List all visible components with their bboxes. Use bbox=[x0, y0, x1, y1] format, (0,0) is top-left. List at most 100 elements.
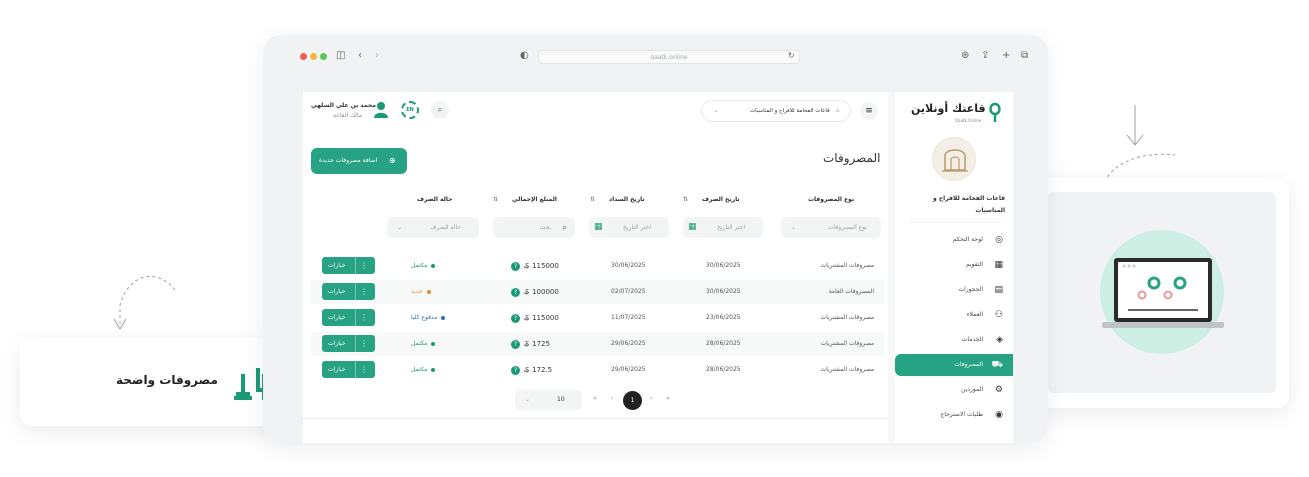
amount-cell: ? ₷ 115000 bbox=[511, 254, 559, 278]
sidebar-item-4[interactable]: ◈ الخدمات bbox=[895, 329, 1013, 351]
col-header-pay-date-label: تاريخ السداد bbox=[609, 196, 645, 203]
share-icon[interactable]: ⇪ bbox=[981, 49, 989, 63]
status-badge: مدفوع كليا bbox=[411, 306, 446, 330]
sidebar-item-label: لوحة التحكم bbox=[952, 236, 983, 243]
dashboard-icon: ◎ bbox=[995, 235, 1003, 245]
address-bar[interactable]: qaatk.online bbox=[538, 50, 800, 64]
spend-date-cell: 28/06/2025 bbox=[706, 366, 741, 373]
page-1-button[interactable]: 1 bbox=[623, 391, 642, 410]
filter-status-select[interactable]: ⌄ حالة الصرف bbox=[387, 217, 479, 238]
options-button[interactable]: خيارات ⋮ bbox=[322, 309, 375, 326]
sidebar-item-0[interactable]: ◎ لوحة التحكم bbox=[895, 229, 1013, 251]
building-icon: ⌂ bbox=[836, 108, 840, 114]
search-button[interactable]: ⌕ bbox=[431, 101, 449, 119]
info-icon[interactable]: ? bbox=[511, 288, 520, 297]
riyal-icon: ₷ bbox=[524, 288, 530, 296]
maximize-dot[interactable] bbox=[320, 53, 327, 60]
user-avatar-icon[interactable] bbox=[373, 101, 389, 119]
first-page-icon[interactable]: « bbox=[593, 395, 597, 402]
close-dot[interactable] bbox=[300, 53, 307, 60]
options-button[interactable]: خيارات ⋮ bbox=[322, 257, 375, 274]
sidebar-item-label: طلبات الاسترجاع bbox=[940, 411, 983, 418]
filter-spend-date[interactable]: ▦ اختر التاريخ bbox=[683, 217, 763, 238]
sidebar-item-label: الخدمات bbox=[961, 336, 983, 343]
amount-cell: ? ₷ 100000 bbox=[511, 280, 559, 304]
brand-subtitle: Qaatk.Online bbox=[955, 118, 982, 123]
table-row: خيارات ⋮ مكتمل? ₷ 1725 29/06/2025 28/06/2025 مص… bbox=[311, 332, 884, 356]
kebab-menu-icon: ⋮ bbox=[360, 339, 368, 348]
amount-value: 115000 bbox=[532, 314, 559, 322]
sidebar-item-7[interactable]: ◉ طلبات الاسترجاع bbox=[895, 404, 1013, 426]
refund-icon: ◉ bbox=[995, 410, 1003, 420]
download-icon[interactable]: ⊕ bbox=[961, 49, 969, 63]
sidebar: قاعتك أونلاين Qaatk.Online قاعات الفخامة… bbox=[895, 92, 1013, 443]
back-icon[interactable]: ‹ bbox=[358, 49, 362, 63]
status-label: مدفوع كليا bbox=[411, 314, 438, 321]
pay-date-cell: 02/07/2025 bbox=[611, 288, 646, 295]
spend-date-cell: 28/06/2025 bbox=[706, 340, 741, 347]
options-divider bbox=[355, 335, 356, 352]
col-header-spend-date-label: تاريخ الصرف bbox=[702, 196, 740, 203]
venue-building-icon bbox=[942, 149, 968, 172]
filter-search-input[interactable]: ⌕ بحث bbox=[493, 217, 575, 238]
sidebar-item-label: الموردين bbox=[961, 386, 983, 393]
options-button[interactable]: خيارات ⋮ bbox=[322, 283, 375, 300]
options-label: خيارات bbox=[328, 366, 346, 373]
sidebar-toggle-icon[interactable]: ◫ bbox=[336, 49, 345, 63]
prev-page-icon[interactable]: ‹ bbox=[611, 395, 613, 402]
sidebar-item-3[interactable]: ⚇ العملاء bbox=[895, 304, 1013, 326]
pay-date-cell: 30/06/2025 bbox=[611, 262, 646, 269]
table-row: خيارات ⋮ مدفوع كليا? ₷ 115000 11/07/2025 23/06… bbox=[311, 306, 884, 330]
amount-value: 1725 bbox=[532, 340, 550, 348]
info-icon[interactable]: ? bbox=[511, 366, 520, 375]
add-expense-label: اضافة مصروفات جديدة bbox=[319, 157, 378, 164]
user-name: محمد بن علي السلهي bbox=[311, 102, 376, 109]
options-label: خيارات bbox=[328, 288, 346, 295]
brand-name: قاعتك أونلاين bbox=[911, 102, 986, 115]
new-tab-icon[interactable]: + bbox=[1002, 49, 1010, 63]
status-badge: جديد bbox=[411, 280, 431, 304]
table-row: خيارات ⋮ مكتمل? ₷ 172.5 29/06/2025 28/06/2025 م… bbox=[311, 358, 884, 382]
page-title: المصروفات bbox=[823, 151, 881, 165]
kebab-menu-icon: ⋮ bbox=[360, 313, 368, 322]
col-header-pay-date[interactable]: ⇅ تاريخ السداد bbox=[590, 196, 645, 203]
col-header-amount[interactable]: ⇅ المبلغ الإجمالي bbox=[493, 196, 557, 203]
col-header-spend-date[interactable]: ⇅ تاريخ الصرف bbox=[683, 196, 740, 203]
info-icon[interactable]: ? bbox=[511, 314, 520, 323]
promo-caption: مصروفات واضحة bbox=[116, 373, 218, 387]
add-expense-button[interactable]: اضافة مصروفات جديدة ⊕ bbox=[311, 148, 407, 174]
venue-name: قاعات الفخامة للافراح و المناسبات bbox=[933, 195, 1005, 214]
sidebar-item-5[interactable]: ⛟ المصروفات bbox=[895, 354, 1013, 376]
last-page-icon[interactable]: » bbox=[666, 395, 670, 402]
status-label: مكتمل bbox=[411, 340, 428, 347]
privacy-shield-icon: ◐ bbox=[520, 50, 529, 61]
spend-date-cell: 30/06/2025 bbox=[706, 288, 741, 295]
menu-toggle-icon[interactable]: ≡ bbox=[860, 102, 878, 120]
next-page-icon[interactable]: › bbox=[650, 395, 652, 402]
venue-select[interactable]: ⌄ قاعات الفخامة للافراح و المناسبات ⌂ bbox=[701, 100, 851, 122]
forward-icon[interactable]: › bbox=[375, 49, 379, 63]
reload-icon[interactable]: ↻ bbox=[788, 49, 795, 63]
sidebar-item-2[interactable]: ▤ الحجوزات bbox=[895, 279, 1013, 301]
filter-pay-date[interactable]: ▦ اختر التاريخ bbox=[589, 217, 669, 238]
info-icon[interactable]: ? bbox=[511, 262, 520, 271]
chevron-down-icon: ⌄ bbox=[714, 108, 719, 114]
decor-arrow-left bbox=[113, 276, 176, 330]
filter-type-select[interactable]: ⌄ نوع المصروفات bbox=[781, 217, 881, 238]
sidebar-item-6[interactable]: ⚙ الموردين bbox=[895, 379, 1013, 401]
browser-chrome: ◫ ‹ › ◐ qaatk.online ↻ ⊕ ⇪ + ⧉ bbox=[263, 35, 1048, 80]
pay-date-cell: 29/06/2025 bbox=[611, 366, 646, 373]
sidebar-item-1[interactable]: ▦ التقويم bbox=[895, 254, 1013, 276]
info-icon[interactable]: ? bbox=[511, 340, 520, 349]
minimize-dot[interactable] bbox=[310, 53, 317, 60]
amount-value: 100000 bbox=[532, 288, 559, 296]
options-button[interactable]: خيارات ⋮ bbox=[322, 361, 375, 378]
pay-date-cell: 29/06/2025 bbox=[611, 340, 646, 347]
page-size-select[interactable]: ⌄ 10 bbox=[515, 390, 582, 410]
options-button[interactable]: خيارات ⋮ bbox=[322, 335, 375, 352]
calendar-icon: ▦ bbox=[688, 222, 697, 232]
status-badge: مكتمل bbox=[411, 254, 436, 278]
col-header-type: نوع المصروفات bbox=[808, 196, 855, 203]
tabs-overview-icon[interactable]: ⧉ bbox=[1021, 49, 1028, 63]
language-badge[interactable]: EN bbox=[401, 101, 419, 119]
